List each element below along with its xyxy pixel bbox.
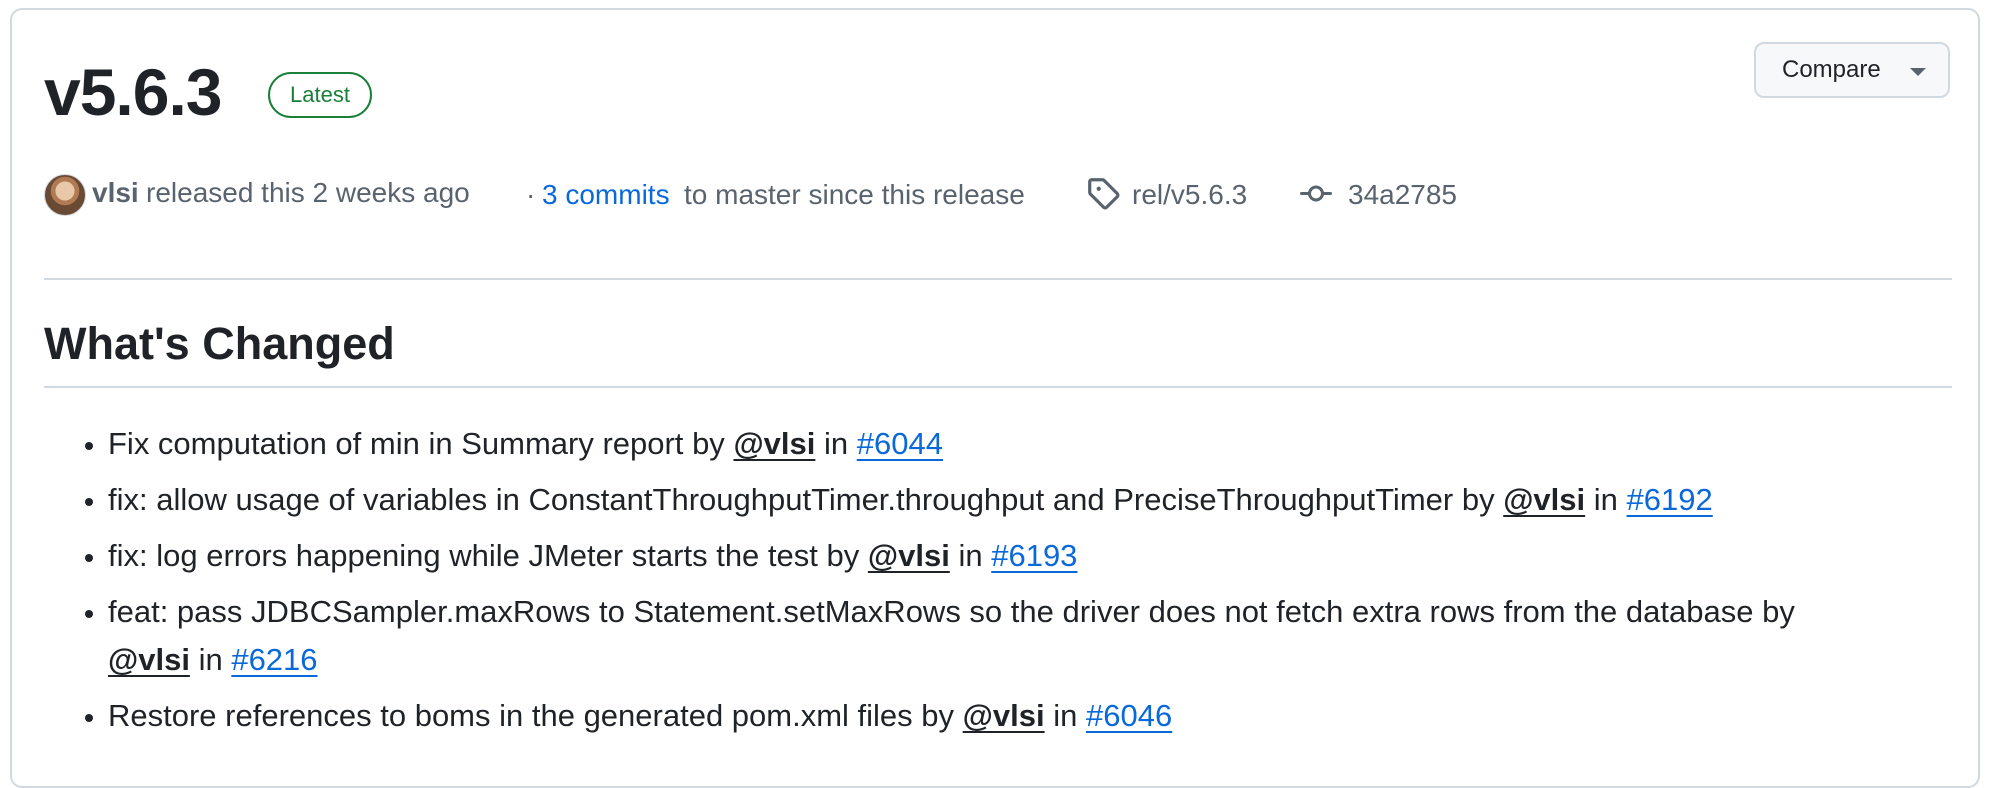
author-link[interactable]: vlsi — [92, 170, 139, 216]
whats-changed-heading: What's Changed — [44, 318, 395, 369]
chevron-down-icon — [1910, 68, 1926, 76]
by-text: by — [1461, 482, 1495, 517]
divider — [44, 386, 1952, 388]
tag-icon — [1088, 178, 1120, 210]
by-text: by — [826, 538, 860, 573]
change-text: Fix computation of min in Summary report — [108, 426, 684, 461]
user-mention-link[interactable]: @vlsi — [963, 698, 1045, 733]
list-item: Restore references to boms in the genera… — [108, 692, 1990, 740]
by-text: by — [921, 698, 955, 733]
user-mention-link[interactable]: @vlsi — [733, 426, 815, 461]
change-text: fix: allow usage of variables in Constan… — [108, 482, 1454, 517]
divider — [44, 278, 1952, 280]
user-mention-link[interactable]: @vlsi — [868, 538, 950, 573]
by-text: by — [692, 426, 725, 461]
list-item: Fix computation of min in Summary report… — [108, 420, 1990, 468]
list-item: fix: log errors happening while JMeter s… — [108, 532, 1990, 580]
avatar[interactable] — [44, 174, 86, 216]
released-text: released this 2 weeks ago — [146, 177, 470, 208]
pull-request-link[interactable]: #6216 — [231, 642, 317, 677]
latest-badge: Latest — [268, 72, 372, 118]
in-text: in — [824, 426, 849, 461]
by-text: by — [1762, 594, 1795, 629]
list-item: fix: allow usage of variables in Constan… — [108, 476, 1990, 524]
release-title[interactable]: v5.6.3 — [44, 52, 222, 132]
in-text: in — [1053, 698, 1078, 733]
tag-link[interactable]: rel/v5.6.3 — [1132, 172, 1247, 218]
meta-separator: · — [526, 179, 536, 210]
change-text: Restore references to boms in the genera… — [108, 698, 913, 733]
in-text: in — [1593, 482, 1618, 517]
commit-sha-link[interactable]: 34a2785 — [1348, 172, 1457, 218]
compare-label: Compare — [1782, 56, 1881, 83]
compare-button[interactable]: Compare — [1754, 42, 1950, 98]
pull-request-link[interactable]: #6192 — [1627, 482, 1713, 517]
commits-link[interactable]: 3 commits — [542, 172, 670, 218]
commits-since-text: to master since this release — [684, 179, 1025, 210]
change-text: feat: pass JDBCSampler.maxRows to Statem… — [108, 594, 1754, 629]
pull-request-link[interactable]: #6193 — [991, 538, 1077, 573]
user-mention-link[interactable]: @vlsi — [1503, 482, 1585, 517]
pull-request-link[interactable]: #6046 — [1086, 698, 1172, 733]
user-mention-link[interactable]: @vlsi — [108, 642, 190, 677]
pull-request-link[interactable]: #6044 — [857, 426, 943, 461]
change-text: fix: log errors happening while JMeter s… — [108, 538, 818, 573]
git-commit-icon — [1300, 185, 1332, 202]
list-item: feat: pass JDBCSampler.maxRows to Statem… — [108, 588, 1990, 684]
in-text: in — [958, 538, 983, 573]
changes-list: Fix computation of min in Summary report… — [44, 420, 1990, 748]
in-text: in — [198, 642, 223, 677]
